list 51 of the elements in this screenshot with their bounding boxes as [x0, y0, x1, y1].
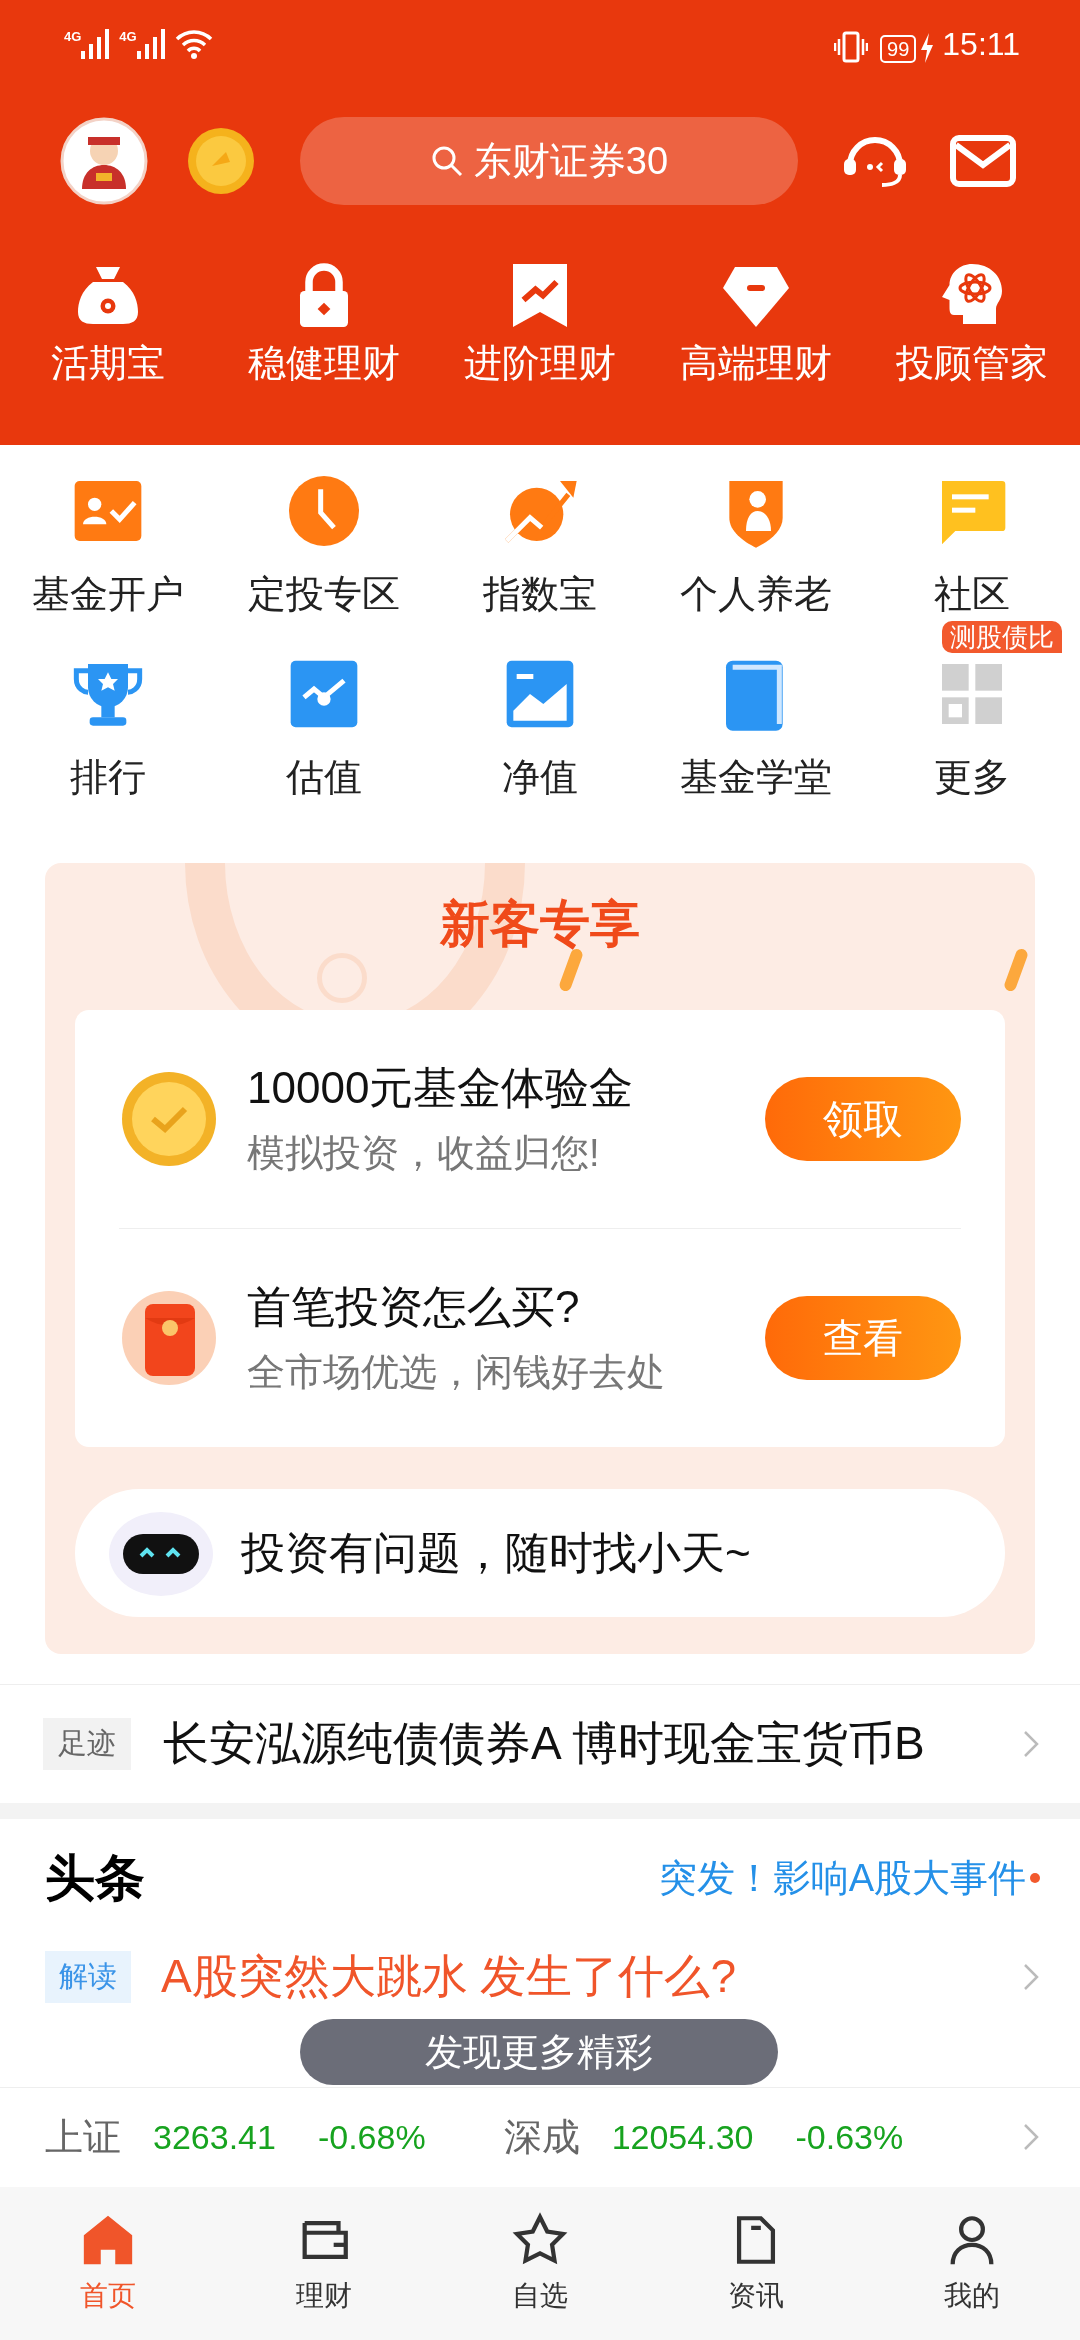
menu-label[interactable]: 进阶理财	[464, 338, 616, 389]
promo-badge: 测股债比	[942, 621, 1062, 653]
shortcut-label[interactable]: 估值	[286, 752, 362, 803]
shortcut-label[interactable]: 指数宝	[483, 569, 597, 620]
index-change: -0.63%	[795, 2117, 904, 2157]
index-value: 12054.30	[611, 2117, 754, 2157]
footprint-text[interactable]: 长安泓源纯债债券A 博时现金宝货币B	[163, 1713, 1022, 1776]
shortcut-label[interactable]: 排行	[70, 752, 146, 803]
footprint-tag: 足迹	[43, 1718, 131, 1771]
shortcut-label[interactable]: 定投专区	[248, 569, 400, 620]
offer-subtitle: 模拟投资，收益归您!	[247, 1131, 601, 1176]
battery-indicator: 99	[880, 34, 917, 63]
tab[interactable]: 我的	[864, 2211, 1080, 2316]
index-name: 深成	[503, 2114, 580, 2160]
shortcut-label[interactable]: 基金开户	[32, 569, 184, 620]
headline-tag: 解读	[45, 1951, 131, 2004]
charging-icon	[920, 32, 935, 63]
index-name: 上证	[45, 2114, 121, 2160]
shortcut-label[interactable]: 基金学堂	[680, 752, 832, 803]
status-time: 15:11	[942, 25, 1020, 63]
network-type: 4G	[119, 29, 137, 44]
menu-label[interactable]: 活期宝	[51, 338, 165, 389]
promo-title: 新客专享	[439, 895, 641, 954]
index-value: 3263.41	[153, 2117, 276, 2157]
unread-dot-icon	[1030, 1873, 1040, 1884]
vibrate-icon	[834, 30, 869, 63]
envelope-icon	[119, 1288, 219, 1388]
wifi-icon	[174, 29, 213, 59]
menu-label[interactable]: 稳健理财	[248, 338, 400, 389]
offer-title: 10000元基金体验金	[247, 1062, 635, 1114]
mail-icon[interactable]	[950, 135, 1016, 187]
tab[interactable]: 资讯	[648, 2211, 864, 2316]
shortcut-label[interactable]: 个人养老	[680, 569, 832, 620]
menu-label[interactable]: 投顾管家	[896, 338, 1048, 389]
shortcut-label[interactable]: 社区	[934, 569, 1010, 620]
coin-check-icon	[119, 1069, 219, 1169]
assistant-bar[interactable]: 投资有问题，随时找小天~	[75, 1489, 1005, 1617]
section-title: 头条	[45, 1848, 146, 1908]
coin-icon[interactable]	[186, 126, 256, 196]
offer-subtitle: 全市场优选，闲钱好去处	[247, 1350, 666, 1395]
shortcut-label[interactable]: 净值	[502, 752, 578, 803]
menu-label[interactable]: 高端理财	[680, 338, 832, 389]
index-change: -0.68%	[317, 2117, 426, 2157]
avatar[interactable]	[60, 117, 148, 205]
tab[interactable]: 自选	[432, 2211, 648, 2316]
toast: 发现更多精彩	[300, 2019, 778, 2086]
offer-title: 首笔投资怎么买?	[247, 1281, 581, 1333]
shortcut-label[interactable]: 更多	[934, 752, 1010, 803]
tab[interactable]: 理财	[216, 2211, 432, 2316]
ring-decoration	[317, 953, 367, 1003]
network-type: 4G	[64, 29, 82, 44]
